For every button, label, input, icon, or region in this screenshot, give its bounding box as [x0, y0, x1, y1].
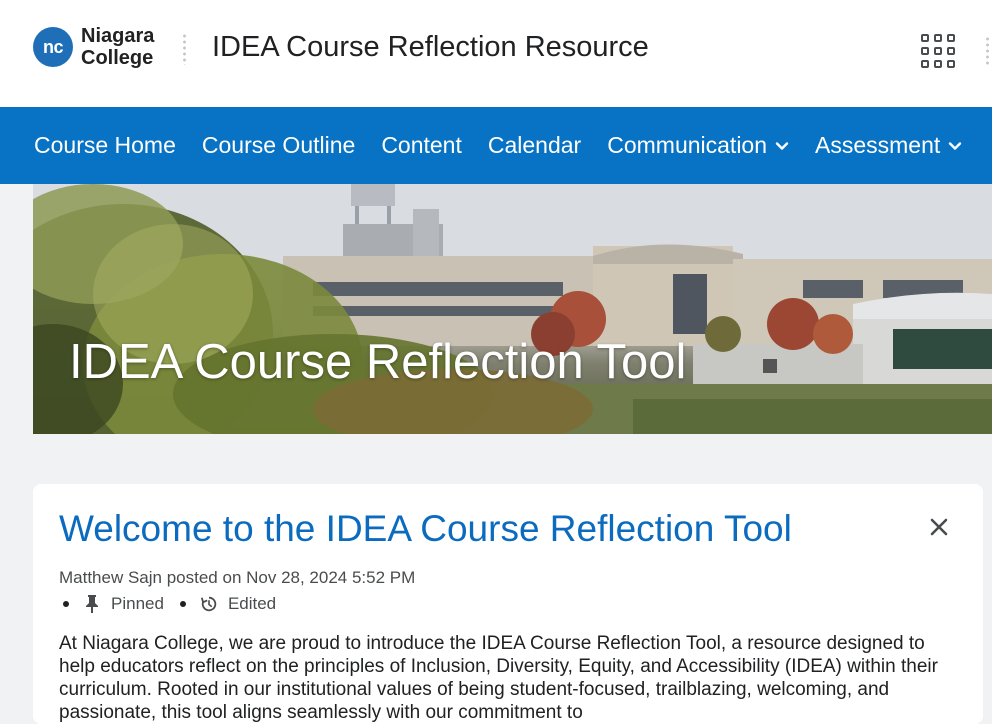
chevron-down-icon	[775, 141, 789, 150]
pin-icon	[86, 595, 98, 613]
banner-title: IDEA Course Reflection Tool	[69, 335, 687, 389]
header-divider	[183, 33, 186, 65]
logo-badge: nc	[33, 27, 73, 67]
niagara-college-logo[interactable]: nc Niagara College	[33, 25, 154, 69]
campus-banner-image	[33, 184, 992, 434]
nav-items: Course Home Course Outline Content Calen…	[34, 107, 988, 184]
close-icon[interactable]	[929, 517, 949, 537]
nav-label: Course Home	[34, 132, 176, 158]
nav-label: Course Outline	[201, 132, 356, 158]
nav-course-outline[interactable]: Course Outline	[202, 132, 355, 159]
pinned-label: Pinned	[111, 594, 164, 613]
bullet-dot	[63, 601, 69, 607]
chevron-down-icon	[949, 141, 962, 150]
course-banner: IDEA Course Reflection Tool	[33, 184, 992, 434]
nav-course-home[interactable]: Course Home	[34, 132, 176, 159]
nav-content[interactable]: Content	[381, 132, 462, 159]
site-header: nc Niagara College IDEA Course Reflectio…	[0, 0, 992, 107]
nav-assessment[interactable]: Assessment	[815, 132, 962, 159]
nav-communication[interactable]: Communication	[607, 132, 789, 159]
edited-icon	[200, 596, 217, 612]
announcement-card: Welcome to the IDEA Course Reflection To…	[33, 484, 983, 724]
announcement-body: At Niagara College, we are proud to intr…	[59, 633, 938, 723]
logo-line-2: College	[81, 47, 154, 69]
announcement-byline: Matthew Sajn posted on Nov 28, 2024 5:52…	[59, 568, 416, 587]
nav-label: Communication	[607, 132, 768, 158]
nav-calendar[interactable]: Calendar	[488, 132, 581, 159]
logo-line-1: Niagara	[81, 25, 155, 47]
edited-label: Edited	[227, 594, 277, 613]
site-title[interactable]: IDEA Course Reflection Resource	[212, 31, 649, 64]
logo-wordmark: Niagara College	[81, 25, 154, 69]
announcement-title[interactable]: Welcome to the IDEA Course Reflection To…	[59, 508, 792, 550]
nav-label: Content	[381, 132, 462, 158]
nav-label: Assessment	[815, 132, 941, 158]
announcement-meta: Pinned Edited	[59, 594, 288, 614]
nav-label: Calendar	[487, 132, 582, 158]
course-navbar: Course Home Course Outline Content Calen…	[0, 107, 992, 184]
apps-grid-icon[interactable]	[921, 34, 956, 69]
bullet-dot	[179, 601, 186, 607]
header-divider-right	[986, 36, 989, 66]
